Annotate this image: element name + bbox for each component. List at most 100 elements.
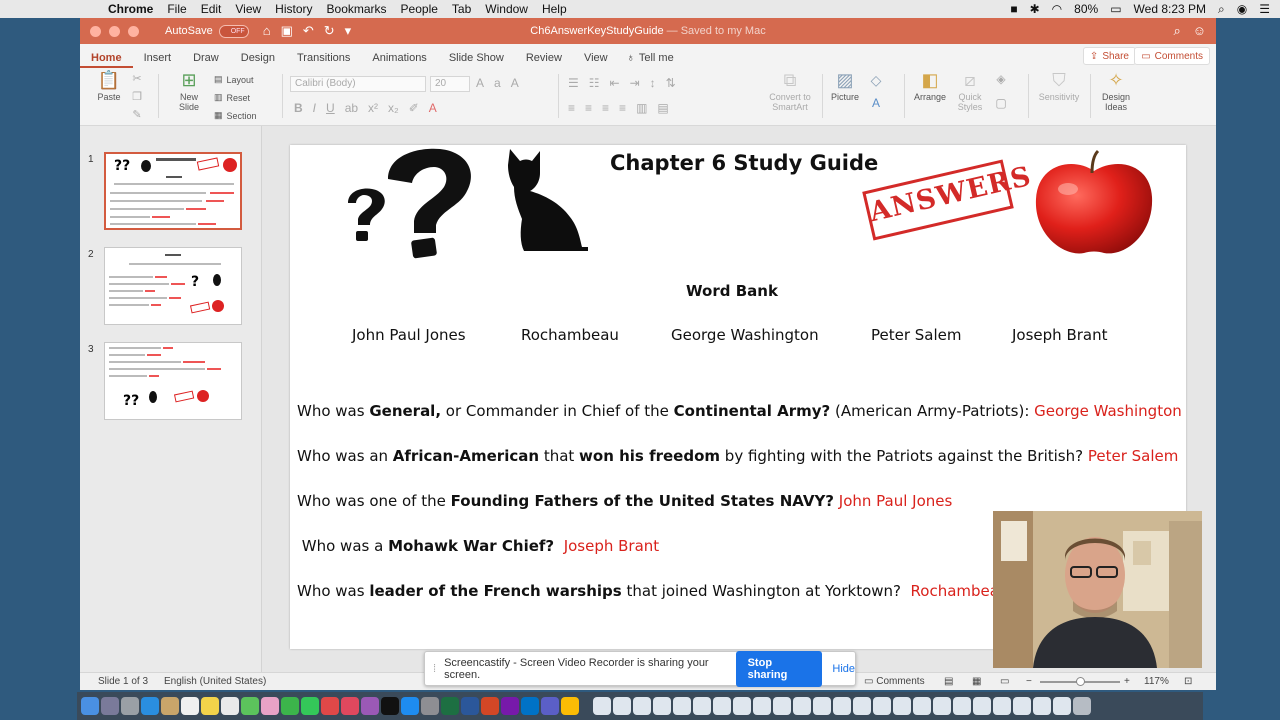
- dock-document-icon[interactable]: [1033, 697, 1051, 715]
- dock-document-icon[interactable]: [733, 697, 751, 715]
- wifi-icon[interactable]: ◠: [1052, 2, 1062, 16]
- menu-history[interactable]: History: [275, 2, 312, 16]
- highlight-icon[interactable]: ✐: [409, 101, 419, 115]
- minimize-window-button[interactable]: [109, 25, 120, 37]
- battery-percent[interactable]: 80%: [1074, 2, 1098, 16]
- shape-fill-icon[interactable]: ◈: [994, 72, 1008, 86]
- normal-view-icon[interactable]: ▤: [944, 676, 953, 687]
- slide-title[interactable]: Chapter 6 Study Guide: [610, 151, 878, 175]
- zoom-window-button[interactable]: [128, 25, 139, 37]
- zoom-level[interactable]: 117%: [1144, 676, 1169, 687]
- safari-icon[interactable]: [141, 697, 159, 715]
- home-icon[interactable]: ⌂: [263, 23, 271, 39]
- comments-pane-button[interactable]: ▭ Comments: [864, 676, 925, 687]
- dock-document-icon[interactable]: [593, 697, 611, 715]
- dock-document-icon[interactable]: [853, 697, 871, 715]
- system-preferences-icon[interactable]: [421, 697, 439, 715]
- tab-transitions[interactable]: Transitions: [286, 52, 361, 68]
- dock-document-icon[interactable]: [1013, 697, 1031, 715]
- layout-button[interactable]: ▤ Layout: [214, 74, 254, 85]
- dock-document-icon[interactable]: [813, 697, 831, 715]
- tab-design[interactable]: Design: [230, 52, 286, 68]
- menu-file[interactable]: File: [167, 2, 186, 16]
- slide-thumbnail-2[interactable]: ?: [104, 247, 242, 325]
- maps-icon[interactable]: [241, 697, 259, 715]
- shape-outline-icon[interactable]: ▢: [994, 96, 1008, 110]
- zoom-slider-thumb[interactable]: [1076, 677, 1085, 686]
- outlook-icon[interactable]: [521, 697, 539, 715]
- menu-people[interactable]: People: [401, 2, 438, 16]
- webcam-overlay[interactable]: [993, 511, 1202, 668]
- word-bank-title[interactable]: Word Bank: [290, 282, 1174, 300]
- convert-smartart-button[interactable]: ⧉ Convert to SmartArt: [762, 70, 818, 112]
- superscript-icon[interactable]: x²: [368, 101, 378, 115]
- dock-document-icon[interactable]: [633, 697, 651, 715]
- tab-slide-show[interactable]: Slide Show: [438, 52, 515, 68]
- menu-window[interactable]: Window: [485, 2, 528, 16]
- word-icon[interactable]: [461, 697, 479, 715]
- customize-toolbar-icon[interactable]: ▾: [345, 23, 352, 39]
- app-store-icon[interactable]: [401, 697, 419, 715]
- launchpad-icon[interactable]: [121, 697, 139, 715]
- underline-icon[interactable]: U: [326, 101, 335, 115]
- menu-bookmarks[interactable]: Bookmarks: [327, 2, 387, 16]
- picture-button[interactable]: ▨ Picture: [828, 70, 862, 102]
- stop-sharing-button[interactable]: Stop sharing: [735, 650, 823, 687]
- arrange-button[interactable]: ◧ Arrange: [912, 70, 948, 102]
- battery-icon[interactable]: ▭: [1110, 2, 1121, 16]
- menu-view[interactable]: View: [235, 2, 261, 16]
- dock-document-icon[interactable]: [673, 697, 691, 715]
- columns-icon[interactable]: ▥: [636, 101, 647, 115]
- finder-icon[interactable]: [81, 697, 99, 715]
- spotlight-search-icon[interactable]: ⌕: [1218, 2, 1225, 17]
- numbering-icon[interactable]: ☷: [589, 76, 600, 90]
- tab-animations[interactable]: Animations: [361, 52, 437, 68]
- notes-icon[interactable]: [201, 697, 219, 715]
- italic-icon[interactable]: I: [313, 101, 316, 115]
- bold-icon[interactable]: B: [294, 101, 303, 115]
- dock-document-icon[interactable]: [993, 697, 1011, 715]
- question-line[interactable]: Who was an African-American that won his…: [297, 447, 1178, 465]
- photos-icon[interactable]: [261, 697, 279, 715]
- search-icon[interactable]: ⌕: [1173, 23, 1180, 39]
- trash-icon[interactable]: [1073, 697, 1091, 715]
- align-right-icon[interactable]: ≡: [602, 101, 609, 115]
- word-bank-item[interactable]: John Paul Jones: [352, 326, 466, 344]
- cut-icon[interactable]: ✂: [130, 72, 144, 85]
- tab-view[interactable]: View: [573, 52, 619, 68]
- dock-document-icon[interactable]: [973, 697, 991, 715]
- paste-button[interactable]: 📋 Paste: [92, 70, 126, 102]
- menu-help[interactable]: Help: [542, 2, 567, 16]
- question-marks-image[interactable]: [340, 145, 480, 260]
- hide-banner-button[interactable]: Hide: [832, 663, 855, 675]
- slide-thumbnail-3[interactable]: ??: [104, 342, 242, 420]
- chrome-icon[interactable]: [561, 697, 579, 715]
- dock-document-icon[interactable]: [833, 697, 851, 715]
- tab-draw[interactable]: Draw: [182, 52, 230, 68]
- tab-review[interactable]: Review: [515, 52, 573, 68]
- align-text-icon[interactable]: ▤: [657, 101, 668, 115]
- reminders-icon[interactable]: [221, 697, 239, 715]
- dock-document-icon[interactable]: [953, 697, 971, 715]
- news-icon[interactable]: [321, 697, 339, 715]
- design-ideas-button[interactable]: ✧ Design Ideas: [1096, 70, 1136, 112]
- slide-sorter-icon[interactable]: ▦: [972, 676, 981, 687]
- line-spacing-icon[interactable]: ↕: [650, 76, 656, 90]
- clear-formatting-icon[interactable]: A: [511, 76, 519, 90]
- font-size-box[interactable]: 20: [430, 76, 470, 92]
- font-name-box[interactable]: Calibri (Body): [290, 76, 426, 92]
- notification-center-icon[interactable]: ☰: [1259, 2, 1270, 16]
- menu-edit[interactable]: Edit: [201, 2, 222, 16]
- strikethrough-icon[interactable]: ab: [345, 101, 358, 115]
- word-bank-item[interactable]: Joseph Brant: [1012, 326, 1107, 344]
- subscript-icon[interactable]: x₂: [388, 101, 399, 115]
- dock-document-icon[interactable]: [933, 697, 951, 715]
- siri-icon[interactable]: ◉: [1237, 2, 1247, 16]
- red-apple-image[interactable]: [1030, 149, 1160, 261]
- dock-document-icon[interactable]: [913, 697, 931, 715]
- comments-button[interactable]: ▭ Comments: [1134, 47, 1210, 65]
- grow-font-icon[interactable]: A: [476, 76, 484, 90]
- undo-icon[interactable]: ↶: [303, 23, 314, 39]
- close-window-button[interactable]: [90, 25, 101, 37]
- reset-button[interactable]: ▥ Reset: [214, 92, 250, 103]
